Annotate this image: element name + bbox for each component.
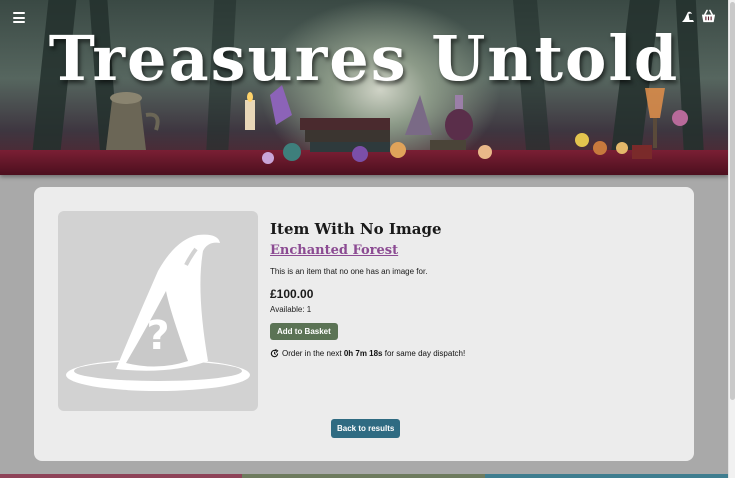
wizard-hat-account-icon[interactable] xyxy=(681,10,695,24)
site-title[interactable]: Treasures Untold xyxy=(0,22,728,95)
product-price: £100.00 xyxy=(270,287,314,301)
product-description: This is an item that no one has an image… xyxy=(270,267,428,276)
svg-text:?: ? xyxy=(146,313,169,359)
product-image-placeholder: ? xyxy=(58,211,258,411)
wizard-hat-question-icon: ? xyxy=(66,234,250,391)
footer-strip-red xyxy=(0,474,242,478)
dispatch-time: 0h 7m 18s xyxy=(343,349,383,358)
scrollbar-thumb[interactable] xyxy=(730,2,735,400)
basket-icon[interactable] xyxy=(701,9,716,24)
product-card: ? Item With No Image Enchanted Forest Th… xyxy=(34,187,694,461)
page: Treasures Untold ? Item With No Image En… xyxy=(0,0,728,478)
footer-strip-teal xyxy=(485,474,728,478)
clock-rotate-icon xyxy=(270,349,279,358)
availability-text: Available: 1 xyxy=(270,305,312,314)
dispatch-suffix: for same day dispatch! xyxy=(382,349,466,358)
header-banner: Treasures Untold xyxy=(0,0,728,175)
dispatch-prefix: Order in the next xyxy=(282,349,344,358)
footer-strip-green xyxy=(242,474,485,478)
collection-link[interactable]: Enchanted Forest xyxy=(270,241,398,261)
product-title: Item With No Image xyxy=(270,220,442,238)
product-details: Item With No Image Enchanted Forest This… xyxy=(270,219,670,358)
hamburger-menu-icon[interactable] xyxy=(13,12,25,23)
vertical-scrollbar[interactable] xyxy=(728,0,735,478)
back-to-results-button[interactable]: Back to results xyxy=(331,419,401,438)
add-to-basket-button[interactable]: Add to Basket xyxy=(270,323,338,340)
dispatch-countdown: Order in the next 0h 7m 18s for same day… xyxy=(270,349,670,358)
